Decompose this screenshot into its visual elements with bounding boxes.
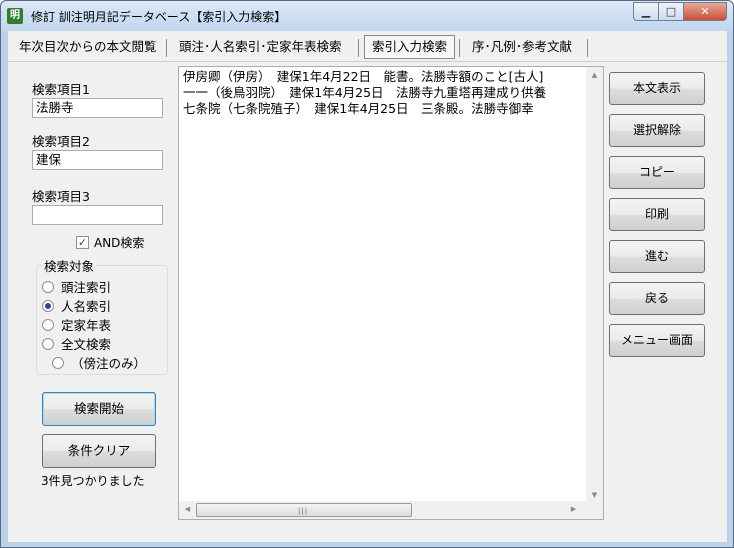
copy-button[interactable]: コピー: [609, 156, 705, 189]
scroll-right-icon[interactable]: ▶: [565, 505, 582, 513]
radio-fulltext-search[interactable]: 全文検索: [42, 334, 111, 353]
menu-screen-button[interactable]: メニュー画面: [609, 324, 705, 357]
window-title: 修訂 訓注明月記データベース【索引入力検索】: [31, 10, 287, 24]
vertical-scrollbar[interactable]: ▲ ▼: [586, 67, 603, 501]
show-text-button[interactable]: 本文表示: [609, 72, 705, 105]
radio-label: 定家年表: [61, 318, 112, 333]
search-item1-field[interactable]: 法勝寺: [32, 98, 163, 118]
horizontal-scroll-thumb[interactable]: |||: [196, 503, 412, 517]
search-target-title: 検索対象: [42, 256, 97, 275]
scroll-down-icon[interactable]: ▼: [586, 491, 603, 499]
tab-separator: [459, 39, 460, 57]
forward-button[interactable]: 進む: [609, 240, 705, 273]
app-icon: 明: [7, 8, 23, 24]
result-item[interactable]: 伊房卿（伊房） 建保1年4月22日 能書。法勝寺額のこと[古人]: [183, 69, 543, 85]
radio-headnote-index[interactable]: 頭注索引: [42, 277, 111, 296]
radio-label: 人名索引: [61, 299, 112, 314]
search-item3-field[interactable]: [32, 205, 163, 225]
clear-selection-button[interactable]: 選択解除: [609, 114, 705, 147]
results-list[interactable]: 伊房卿（伊房） 建保1年4月22日 能書。法勝寺額のこと[古人] 一一（後鳥羽院…: [178, 66, 604, 520]
close-button[interactable]: ✕: [684, 2, 727, 21]
result-item[interactable]: 七条院（七条院殖子） 建保1年4月25日 三条殿。法勝寺御幸: [183, 101, 534, 117]
radio-icon: [42, 318, 54, 331]
client-area: 年次目次からの本文閲覧 頭注･人名索引･定家年表検索 索引入力検索 序･凡例･参…: [8, 31, 727, 542]
radio-person-index[interactable]: 人名索引: [42, 296, 111, 315]
radio-label: 頭注索引: [61, 280, 112, 295]
scroll-corner: [586, 501, 603, 519]
tab-index-search[interactable]: 索引入力検索: [364, 35, 456, 59]
tab-bar: 年次目次からの本文閲覧 頭注･人名索引･定家年表検索 索引入力検索 序･凡例･参…: [8, 35, 727, 61]
tab-separator: [358, 39, 359, 57]
radio-teika-chronology[interactable]: 定家年表: [42, 315, 111, 334]
back-button[interactable]: 戻る: [609, 282, 705, 315]
radio-label: （傍注のみ）: [71, 356, 147, 371]
check-icon: ✓: [76, 236, 89, 249]
tab-separator: [587, 39, 588, 57]
radio-icon: [52, 356, 64, 369]
print-button[interactable]: 印刷: [609, 198, 705, 231]
tab-text-browse[interactable]: 年次目次からの本文閲覧: [12, 35, 164, 59]
clear-conditions-button[interactable]: 条件クリア: [42, 434, 156, 468]
result-count-status: 3件見つかりました: [41, 474, 145, 488]
search-item2-label: 検索項目2: [32, 134, 90, 149]
tab-preface[interactable]: 序･凡例･参考文献: [465, 35, 579, 59]
tab-divider: [8, 61, 727, 62]
search-item3-label: 検索項目3: [32, 189, 90, 204]
tab-annotation-search[interactable]: 頭注･人名索引･定家年表検索: [172, 35, 349, 59]
radio-icon: [42, 280, 54, 293]
radio-sidenote-only[interactable]: （傍注のみ）: [52, 353, 146, 372]
scroll-left-icon[interactable]: ◀: [179, 505, 196, 513]
search-start-button[interactable]: 検索開始: [42, 392, 156, 426]
minimize-button[interactable]: ▁: [633, 2, 659, 21]
title-bar[interactable]: 明 修訂 訓注明月記データベース【索引入力検索】 ▁ □ ✕: [1, 1, 733, 31]
radio-label: 全文検索: [61, 337, 112, 352]
search-item1-label: 検索項目1: [32, 82, 90, 97]
app-window: 明 修訂 訓注明月記データベース【索引入力検索】 ▁ □ ✕ 年次目次からの本文…: [0, 0, 734, 548]
tab-separator: [166, 39, 167, 57]
and-search-checkbox[interactable]: ✓ AND検索: [76, 234, 144, 251]
maximize-button[interactable]: □: [659, 2, 684, 21]
result-item[interactable]: 一一（後鳥羽院） 建保1年4月25日 法勝寺九重塔再建成り供養: [183, 85, 546, 101]
radio-selected-icon: [42, 299, 54, 312]
window-controls: ▁ □ ✕: [633, 2, 727, 21]
horizontal-scrollbar[interactable]: ◀ ||| ▶: [179, 501, 603, 519]
radio-icon: [42, 337, 54, 350]
scroll-up-icon[interactable]: ▲: [586, 71, 603, 79]
grip-icon: |||: [298, 507, 309, 515]
search-item2-field[interactable]: 建保: [32, 150, 163, 170]
and-search-label: AND検索: [94, 236, 145, 250]
